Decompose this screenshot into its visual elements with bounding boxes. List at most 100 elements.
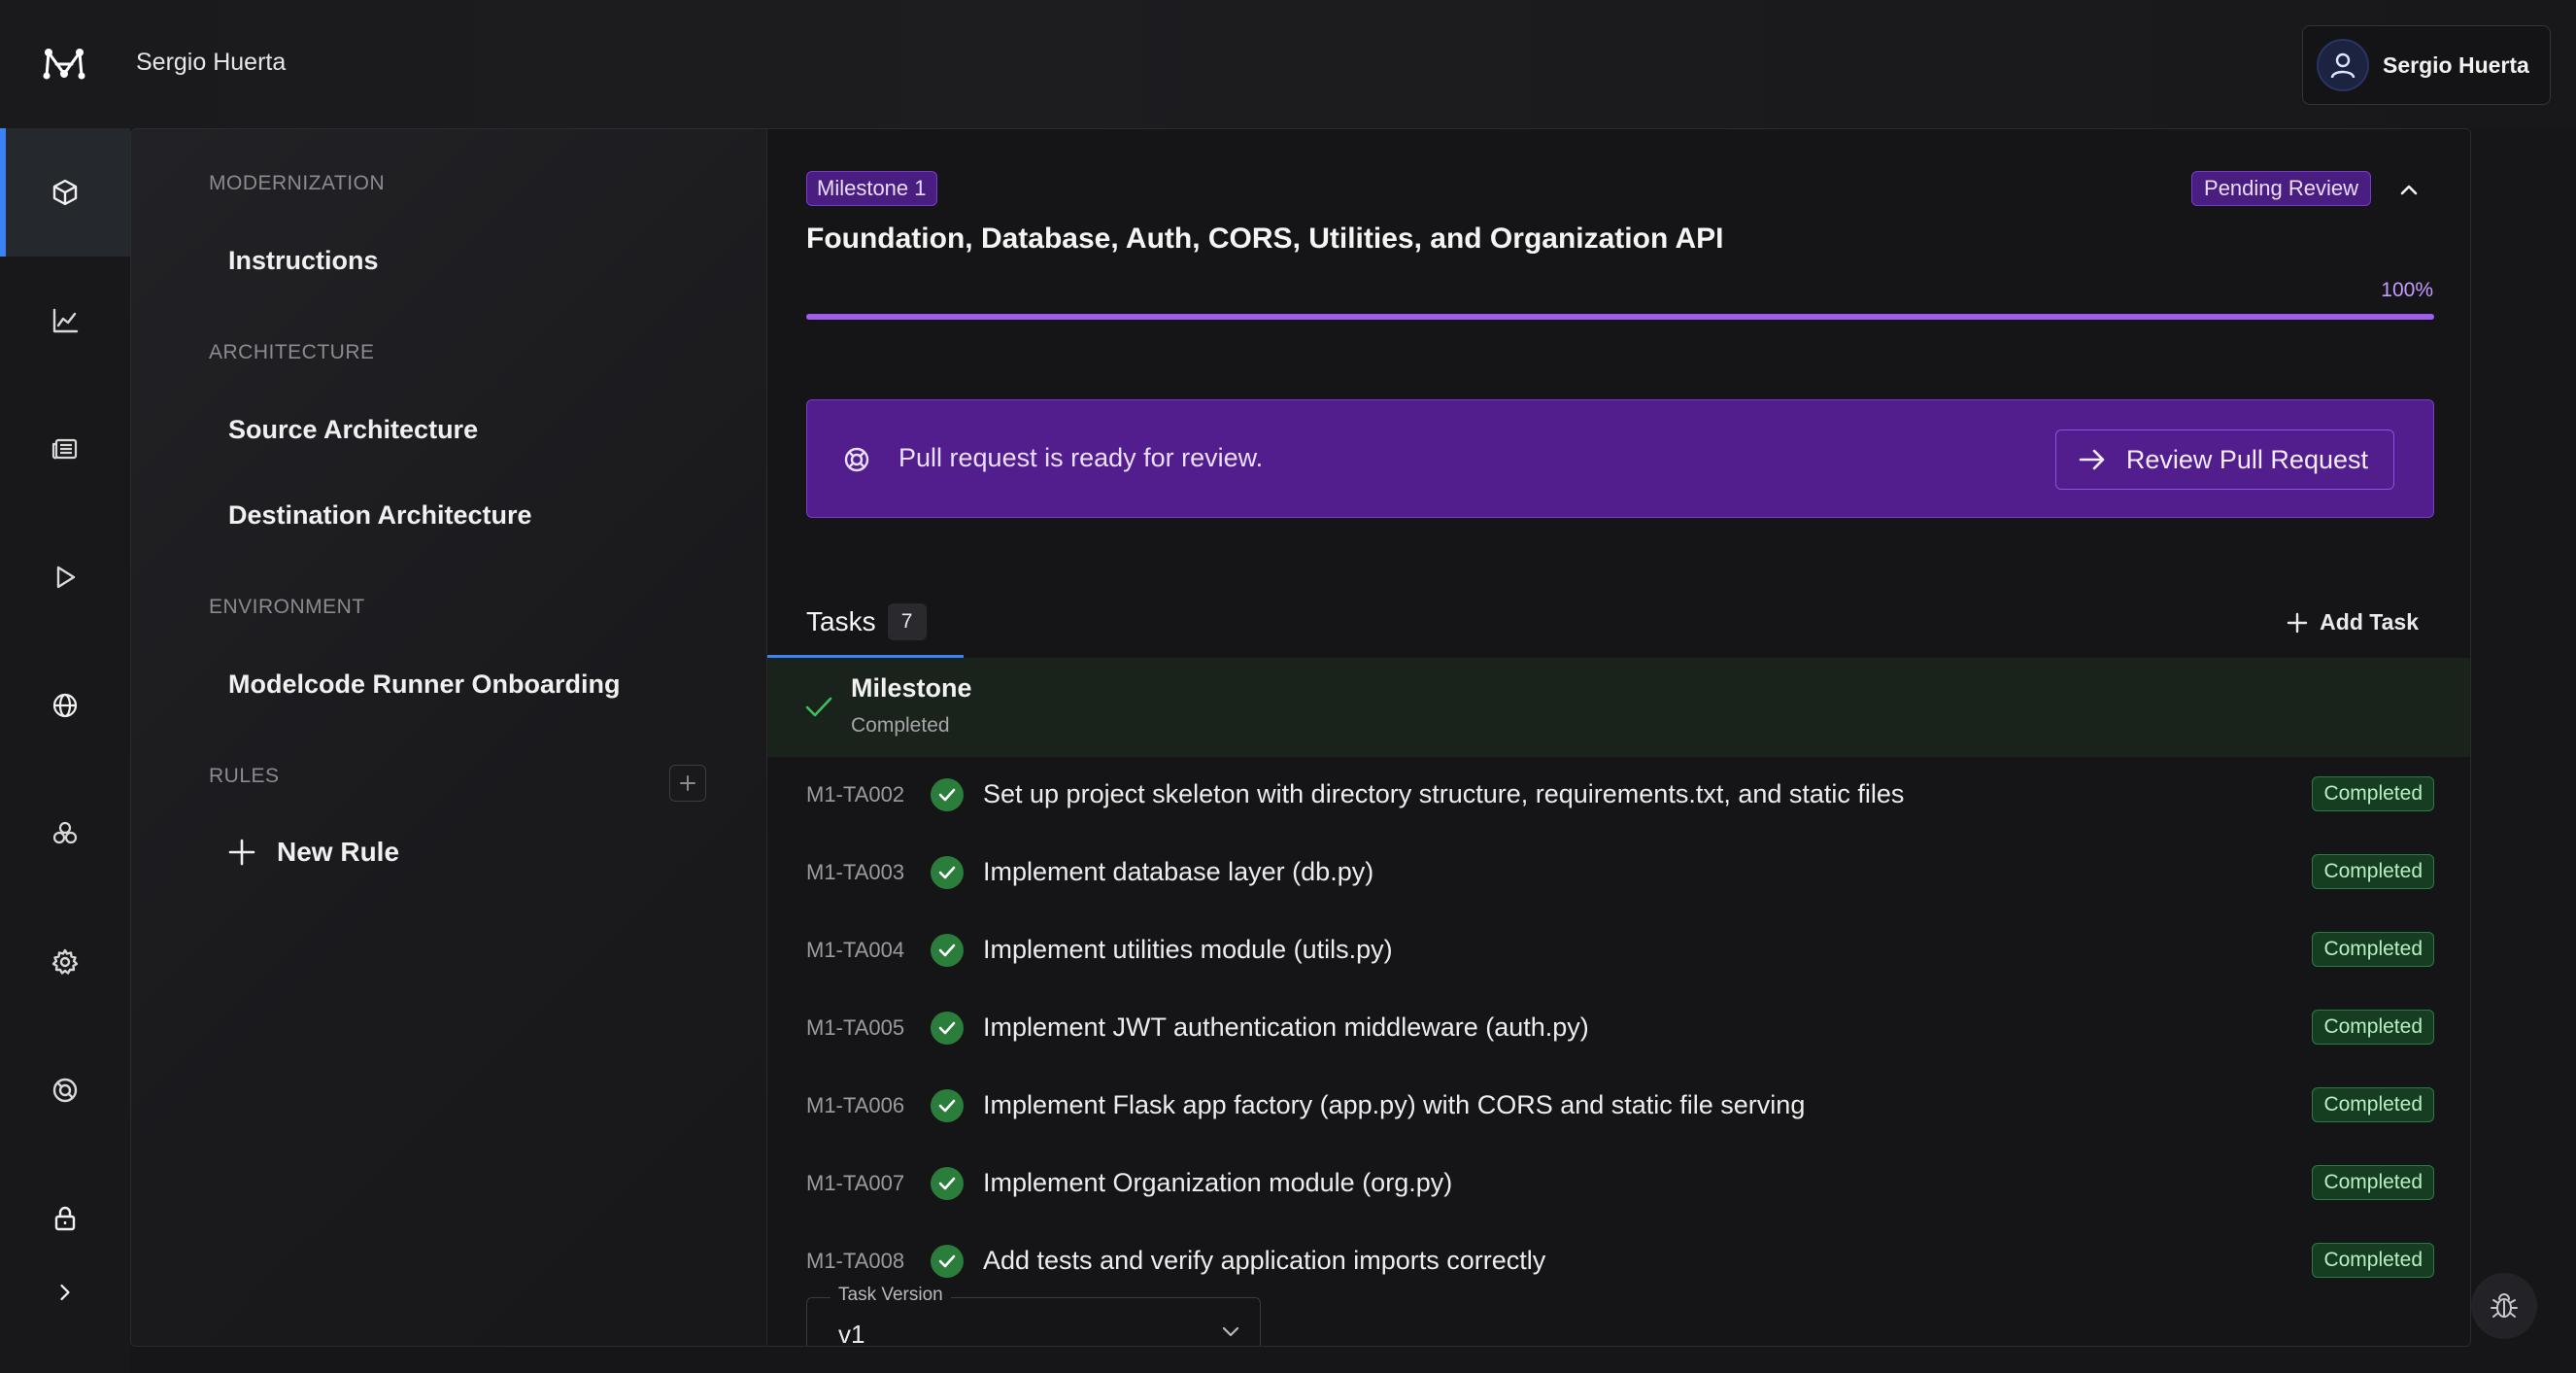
rail-item-web[interactable] [0, 641, 130, 770]
task-row[interactable]: M1-TA004 Implement utilities module (util… [767, 912, 2470, 990]
arrow-right-icon [2079, 449, 2105, 470]
status-badge: Completed [2312, 1243, 2434, 1278]
rail-item-modernization[interactable] [0, 128, 130, 257]
milestone-row-status: Completed [851, 714, 950, 737]
add-task-label: Add Task [2320, 609, 2419, 635]
milestone-title: Foundation, Database, Auth, CORS, Utilit… [806, 223, 1724, 255]
milestone-summary-row[interactable]: Milestone Completed [767, 658, 2470, 757]
line-chart-icon [52, 308, 79, 333]
task-row[interactable]: M1-TA007 Implement Organization module (o… [767, 1146, 2470, 1223]
plus-icon [680, 775, 695, 791]
globe-icon [52, 693, 78, 718]
task-id: M1-TA007 [806, 1171, 905, 1195]
check-circle-icon [931, 778, 964, 811]
rail-item-support[interactable] [0, 1026, 130, 1154]
rail-item-analytics[interactable] [0, 257, 130, 385]
milestone-badge: Milestone 1 [806, 171, 937, 206]
main-frame: MODERNIZATION Instructions ARCHITECTURE … [130, 128, 2471, 1347]
add-task-button[interactable]: Add Task [2287, 609, 2419, 635]
status-badge: Completed [2312, 1010, 2434, 1045]
review-pull-request-button[interactable]: Review Pull Request [2054, 429, 2394, 490]
task-id: M1-TA003 [806, 860, 905, 884]
task-row[interactable]: M1-TA006 Implement Flask app factory (app… [767, 1068, 2470, 1146]
task-version-value: v1 [838, 1320, 865, 1347]
tab-tasks-label: Tasks [806, 606, 876, 636]
task-row[interactable]: M1-TA005 Implement JWT authentication mid… [767, 990, 2470, 1068]
rail-expand-button[interactable] [0, 1244, 130, 1341]
task-row[interactable]: M1-TA008 Add tests and verify application… [767, 1223, 2470, 1301]
check-circle-icon [931, 1089, 964, 1122]
nav-item-destination-architecture[interactable]: Destination Architecture [228, 500, 532, 531]
check-circle-icon [931, 934, 964, 967]
nav-section-rules: RULES [209, 765, 280, 787]
nav-section-architecture: ARCHITECTURE [209, 341, 375, 363]
bug-icon [2491, 1293, 2518, 1318]
status-badge: Completed [2312, 776, 2434, 811]
review-pull-request-label: Review Pull Request [2125, 444, 2368, 474]
tab-tasks[interactable]: Tasks 7 [806, 603, 927, 640]
nav-section-modernization: MODERNIZATION [209, 172, 386, 194]
status-badge: Completed [2312, 932, 2434, 967]
status-badge: Pending Review [2191, 171, 2371, 206]
user-icon [2330, 52, 2356, 79]
rail-item-team[interactable] [0, 770, 130, 898]
task-id: M1-TA002 [806, 782, 905, 807]
chevron-down-icon [1222, 1326, 1239, 1337]
lock-icon [54, 1206, 76, 1231]
milestone-card: Milestone 1 Pending Review Foundation, D… [766, 129, 2470, 1347]
task-version-select[interactable]: Task Version v1 [806, 1285, 1261, 1347]
tasks-count-badge: 7 [887, 603, 927, 640]
add-rule-button[interactable] [669, 765, 706, 802]
chevron-up-icon [2400, 185, 2418, 195]
milestone-row-title: Milestone [851, 673, 972, 703]
nav-item-source-architecture[interactable]: Source Architecture [228, 415, 478, 445]
task-id: M1-TA006 [806, 1093, 905, 1117]
avatar [2317, 39, 2369, 91]
newspaper-icon [51, 438, 78, 460]
top-bar: Sergio Huerta Sergio Huerta [0, 0, 2576, 128]
organization-name: Sergio Huerta [136, 49, 287, 76]
check-circle-icon [931, 856, 964, 889]
task-title: Implement JWT authentication middleware … [983, 1013, 1589, 1042]
progress-label: 100% [2381, 279, 2433, 301]
task-title: Implement database layer (db.py) [983, 857, 1374, 886]
task-row[interactable]: M1-TA003 Implement database layer (db.py)… [767, 835, 2470, 912]
task-title: Implement Flask app factory (app.py) wit… [983, 1090, 1806, 1119]
plus-icon [228, 839, 255, 866]
lifebuoy-icon [52, 1078, 78, 1103]
new-rule-button[interactable]: New Rule [228, 837, 399, 868]
lifebuoy-icon [842, 445, 871, 479]
task-row[interactable]: M1-TA002 Set up project skeleton with dir… [767, 757, 2470, 835]
check-circle-icon [931, 1167, 964, 1200]
rail-item-settings[interactable] [0, 898, 130, 1026]
pull-request-message: Pull request is ready for review. [898, 443, 1264, 472]
nav-item-runner-onboarding[interactable]: Modelcode Runner Onboarding [228, 669, 621, 700]
check-circle-icon [931, 1012, 964, 1045]
task-title: Set up project skeleton with directory s… [983, 779, 1905, 808]
task-id: M1-TA004 [806, 938, 905, 962]
progress-bar [806, 314, 2434, 320]
nav-item-instructions[interactable]: Instructions [228, 246, 379, 276]
task-title: Add tests and verify application imports… [983, 1246, 1546, 1275]
user-menu-button[interactable]: Sergio Huerta [2302, 25, 2551, 105]
status-badge: Completed [2312, 1087, 2434, 1122]
gear-icon [51, 948, 79, 975]
progress-fill [806, 314, 2434, 320]
task-title: Implement Organization module (org.py) [983, 1168, 1453, 1197]
check-circle-icon [931, 1245, 964, 1278]
status-badge: Completed [2312, 854, 2434, 889]
task-version-label: Task Version [830, 1285, 951, 1306]
debug-button[interactable] [2471, 1273, 2537, 1339]
rail-item-documents[interactable] [0, 385, 130, 513]
plus-icon [2287, 612, 2308, 633]
collapse-button[interactable] [2392, 174, 2425, 207]
task-title: Implement utilities module (utils.py) [983, 935, 1393, 964]
task-id: M1-TA005 [806, 1015, 905, 1040]
icon-rail [0, 128, 130, 1373]
user-name: Sergio Huerta [2383, 51, 2529, 78]
pull-request-banner: Pull request is ready for review. Review… [806, 399, 2434, 518]
cube-icon [52, 179, 78, 206]
tab-bar: Tasks 7 Add Task [767, 568, 2470, 658]
modelcode-logo-icon[interactable] [43, 45, 85, 84]
rail-item-run[interactable] [0, 513, 130, 641]
